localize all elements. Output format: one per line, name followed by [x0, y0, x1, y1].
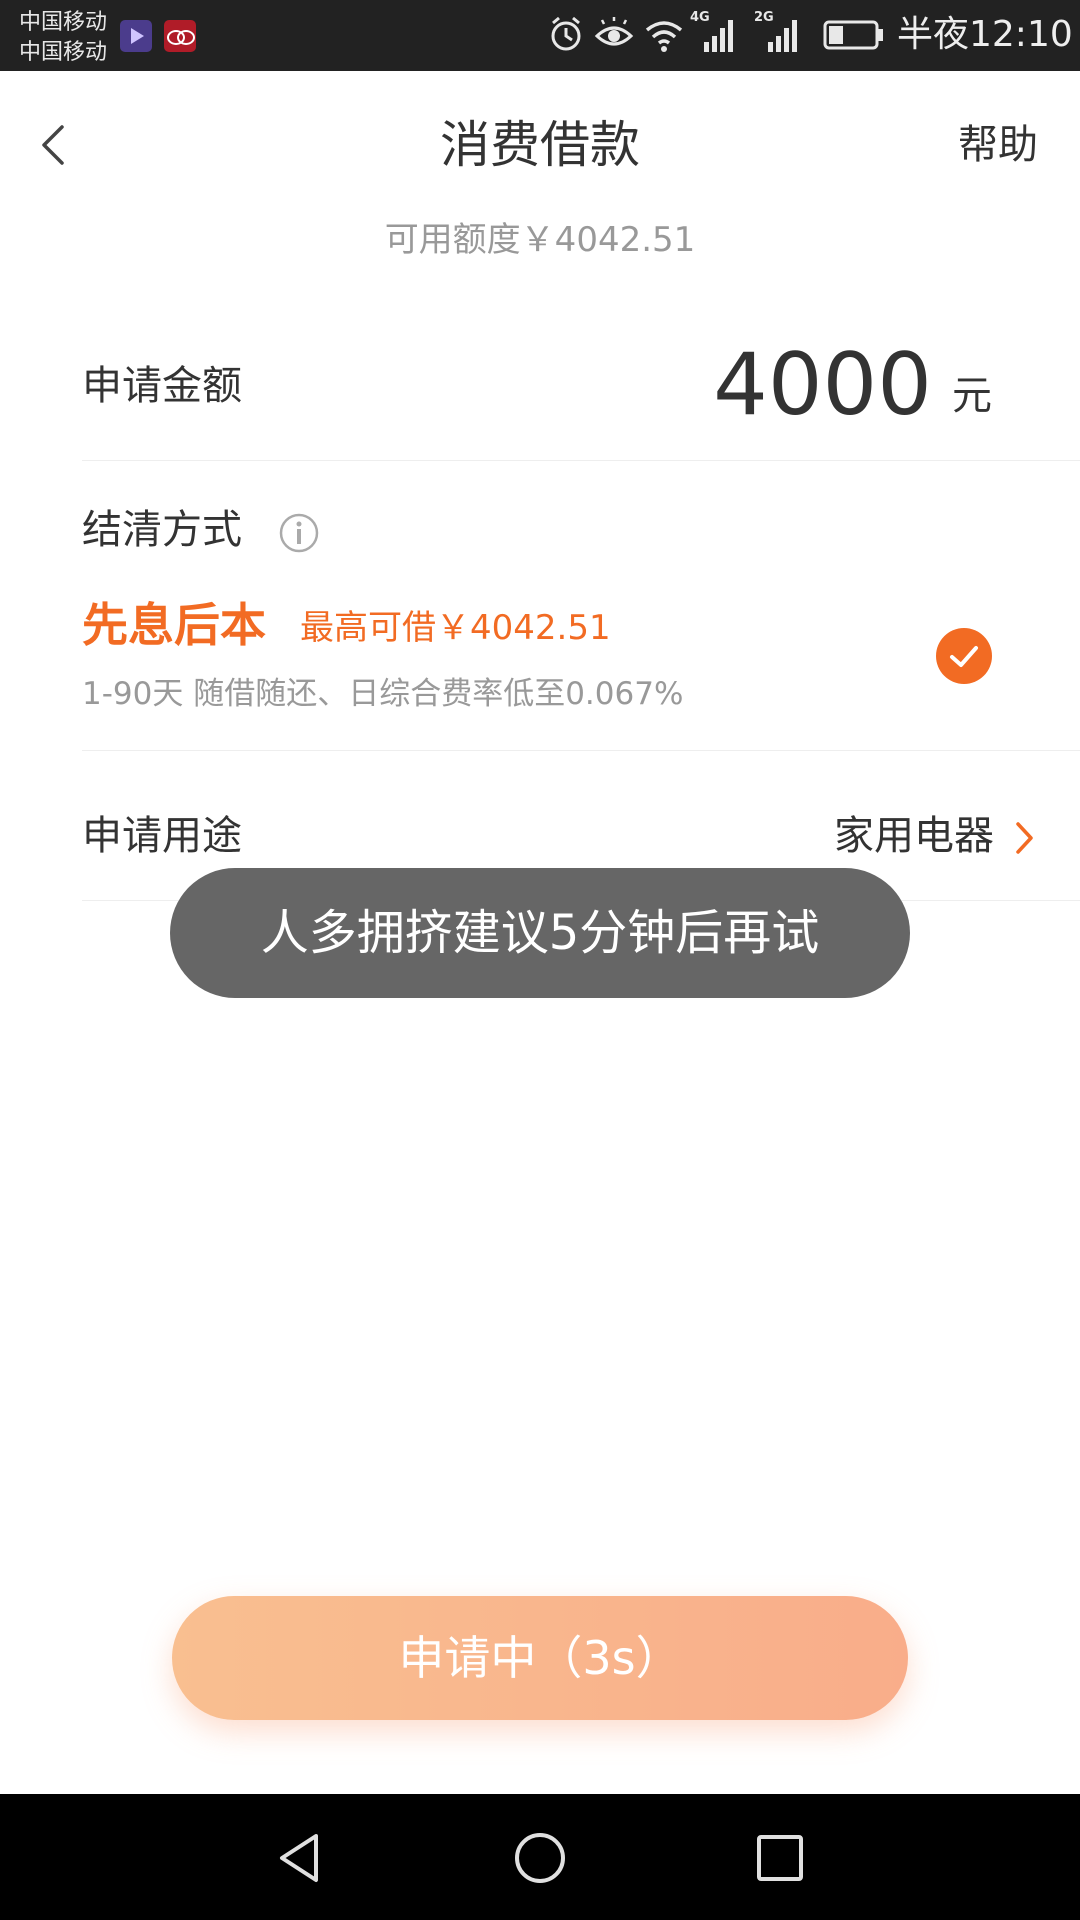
- alarm-icon: [551, 16, 581, 51]
- repayment-option-title: 先息后本: [82, 598, 266, 652]
- purpose-label: 申请用途: [82, 813, 242, 859]
- amount-value[interactable]: 4000: [713, 330, 932, 440]
- video-app-icon: [120, 20, 152, 52]
- carrier-1-label: 中国移动: [19, 10, 108, 35]
- nav-back-icon[interactable]: [272, 1830, 328, 1886]
- system-nav-bar: [0, 1794, 1080, 1920]
- nav-home-icon[interactable]: [512, 1830, 568, 1886]
- chevron-right-icon[interactable]: [1014, 820, 1036, 856]
- wifi-icon: [645, 21, 683, 52]
- purpose-value[interactable]: 家用电器: [834, 810, 994, 862]
- apply-button[interactable]: 申请中（3s）: [172, 1596, 908, 1720]
- status-bar: 中国移动 中国移动 4G 2G 半夜12:10: [0, 0, 1080, 71]
- amount-label: 申请金额: [82, 363, 242, 409]
- info-icon[interactable]: [278, 512, 320, 554]
- repayment-method-row: 结清方式 先息后本 最高可借￥4042.51 1-90天 随借随还、日综合费率低…: [82, 460, 1080, 751]
- repayment-option-description: 1-90天 随借随还、日综合费率低至0.067%: [82, 676, 684, 712]
- page-header: 消费借款 帮助: [0, 71, 1080, 221]
- status-icons: 4G 2G: [548, 10, 888, 58]
- repayment-label: 结清方式: [82, 507, 242, 553]
- selected-check-icon[interactable]: [936, 628, 992, 684]
- help-button[interactable]: 帮助: [958, 119, 1038, 171]
- carrier-labels: 中国移动 中国移动: [19, 8, 107, 68]
- nav-recent-apps-icon[interactable]: [752, 1830, 808, 1886]
- eye-comfort-icon: [594, 17, 634, 46]
- battery-icon: [823, 20, 883, 50]
- page-title: 消费借款: [440, 116, 640, 174]
- unionpay-app-icon: [164, 20, 196, 52]
- toast-message: 人多拥挤建议5分钟后再试: [170, 868, 910, 998]
- amount-row[interactable]: 申请金额 4000 元: [82, 330, 1080, 461]
- max-borrow-amount: 最高可借￥4042.51: [300, 608, 611, 648]
- amount-unit: 元: [952, 373, 992, 419]
- available-credit: 可用额度￥4042.51: [384, 220, 696, 260]
- status-time: 半夜12:10: [897, 14, 1073, 55]
- carrier-2-label: 中国移动: [19, 40, 108, 65]
